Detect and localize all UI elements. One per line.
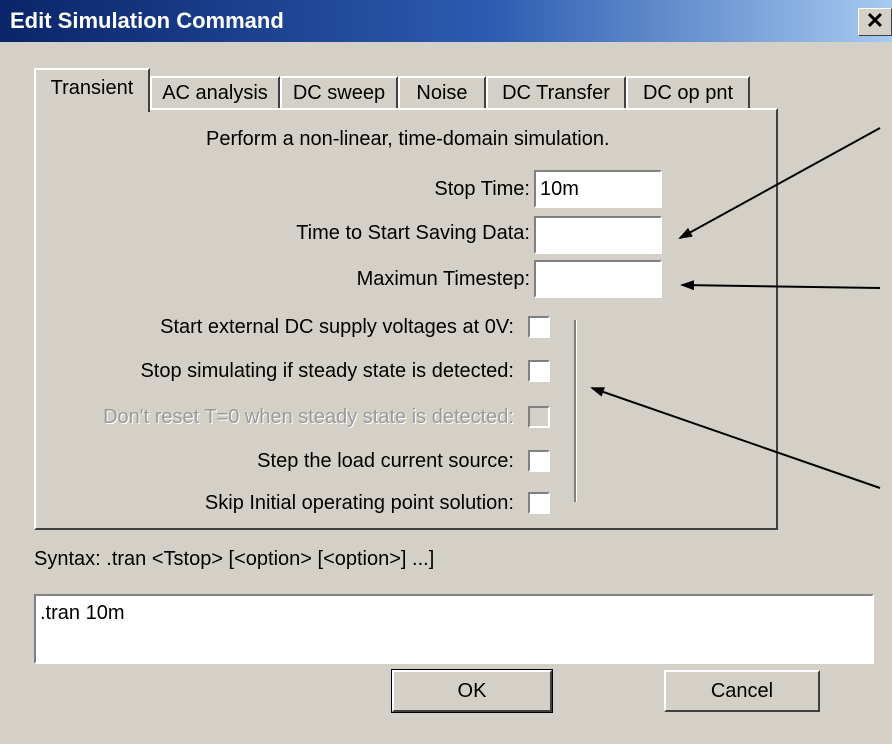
arrow-to-start-saving xyxy=(678,127,881,239)
arrow-to-max-timestep xyxy=(680,280,881,291)
arrow-to-options xyxy=(590,387,881,489)
tab-transient[interactable]: Transient xyxy=(34,68,150,112)
